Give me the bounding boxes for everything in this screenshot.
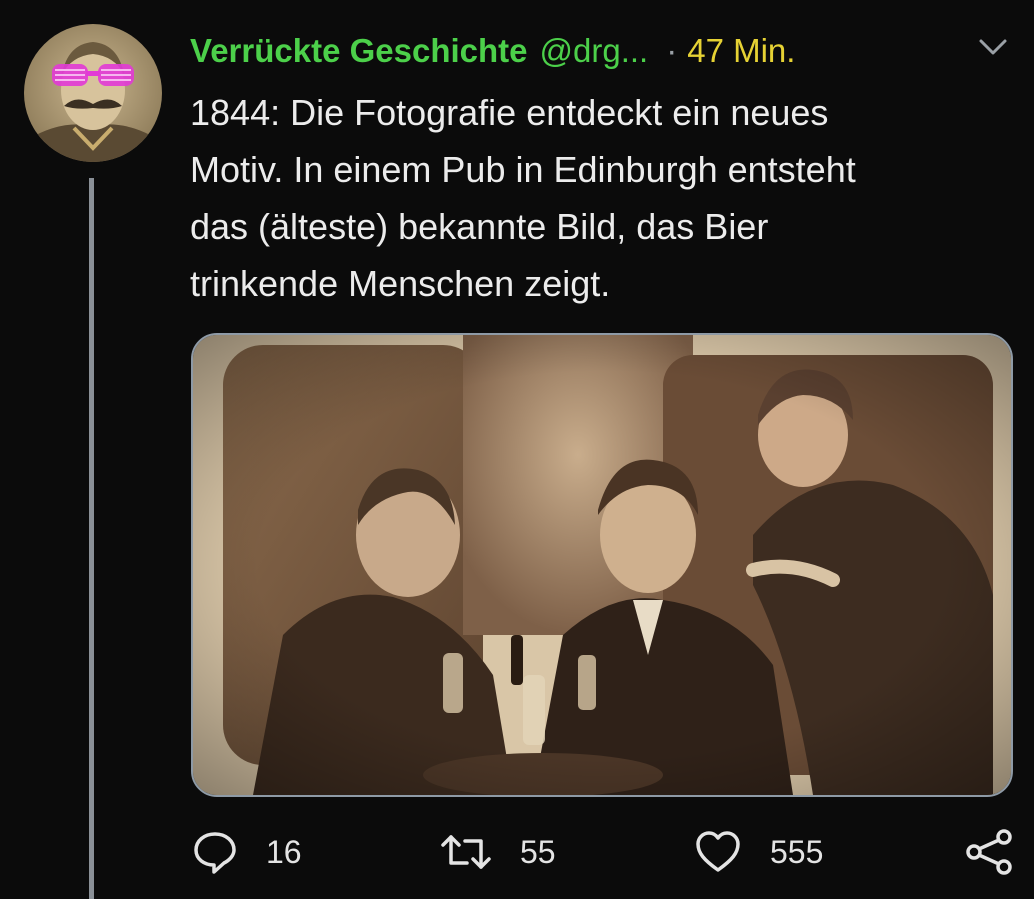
reply-button[interactable]: 16: [192, 828, 302, 876]
tweet-text-line: trinkende Menschen zeigt.: [190, 263, 611, 304]
reply-count: 16: [266, 833, 302, 870]
retweet-button[interactable]: 55: [440, 828, 556, 876]
tweet-menu-button[interactable]: [976, 34, 1010, 60]
tweet-header: Verrückte Geschichte @drg... · 47 Min.: [190, 28, 795, 74]
tweet-text: 1844: Die Fotografie entdeckt ein neues …: [190, 84, 990, 312]
author-display-name[interactable]: Verrückte Geschichte: [190, 32, 528, 70]
avatar-portrait: [24, 24, 162, 162]
meta-separator: ·: [666, 32, 678, 69]
tweet-timestamp[interactable]: 47 Min.: [687, 32, 795, 70]
tweet-media-photo[interactable]: [191, 333, 1013, 797]
like-button[interactable]: 555: [694, 828, 823, 876]
tweet-text-line: 1844: Die Fotografie entdeckt ein neues: [190, 92, 829, 133]
retweet-count: 55: [520, 833, 556, 870]
share-icon: [966, 829, 1012, 875]
like-count: 555: [770, 833, 824, 870]
heart-icon: [696, 831, 740, 872]
speech-bubble-icon: [194, 832, 236, 874]
tweet-action-bar: 16 55 555: [0, 820, 1034, 884]
sepia-photograph: [193, 335, 1011, 795]
author-handle[interactable]: @drg...: [540, 32, 649, 70]
share-button[interactable]: [964, 828, 1014, 876]
tweet-text-line: Motiv. In einem Pub in Edinburgh entsteh…: [190, 149, 856, 190]
chevron-down-icon: [979, 39, 1007, 55]
tweet-text-line: das (älteste) bekannte Bild, das Bier: [190, 206, 769, 247]
thread-connector-line: [89, 178, 94, 899]
retweet-arrows-icon: [441, 835, 491, 869]
author-avatar[interactable]: [24, 24, 162, 162]
